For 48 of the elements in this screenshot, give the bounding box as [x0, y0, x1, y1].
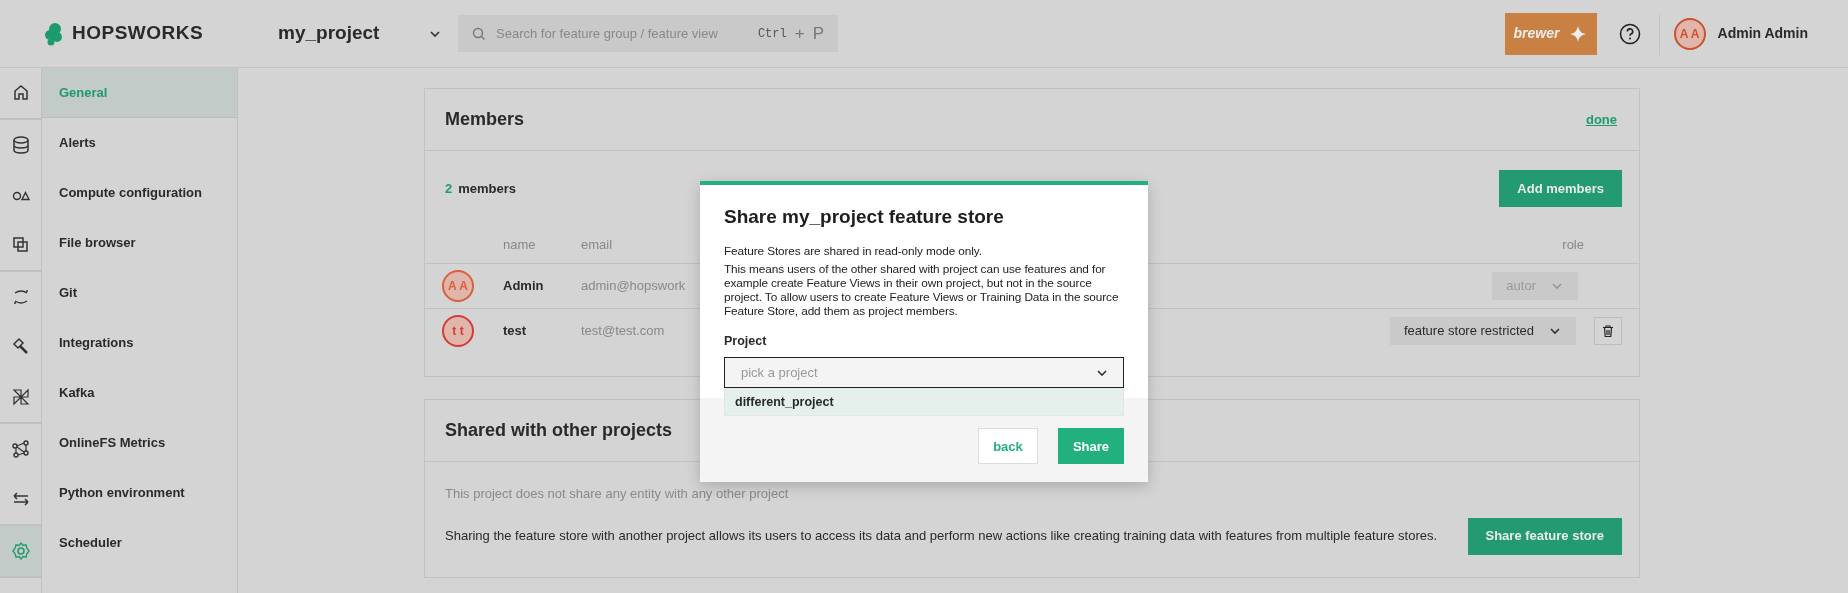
- project-select[interactable]: pick a project: [724, 357, 1124, 389]
- sidebar-item[interactable]: Alerts: [42, 118, 237, 168]
- member-name: test: [503, 322, 528, 341]
- sidebar-item[interactable]: File browser: [42, 218, 237, 268]
- dropdown-option[interactable]: different_project: [724, 388, 1124, 417]
- column-header: name: [503, 236, 537, 255]
- sidebar-item[interactable]: Scheduler: [42, 518, 237, 568]
- project-name[interactable]: my_project: [278, 19, 428, 48]
- sidebar-item[interactable]: Kafka: [42, 368, 237, 418]
- trash-icon: [1601, 324, 1615, 338]
- column-header: email: [581, 236, 613, 255]
- help-icon[interactable]: [1618, 22, 1641, 45]
- search-icon: [472, 26, 486, 41]
- dialog-text: Feature Stores are shared in read-only mode only.: [724, 243, 983, 258]
- column-header: role: [1562, 236, 1584, 255]
- search-bar[interactable]: Search for feature group / feature view Ctrl + P: [458, 15, 838, 52]
- sidebar-item[interactable]: OnlineFS Metrics: [42, 418, 237, 468]
- card-title: Members: [445, 108, 525, 131]
- shortcut-key: +: [794, 20, 805, 47]
- member-email: admin@hopswork: [581, 277, 686, 296]
- field-label: Project: [724, 332, 768, 350]
- card-title: Shared with other projects: [445, 419, 673, 442]
- database-icon[interactable]: [10, 135, 31, 155]
- delete-button[interactable]: [1594, 317, 1622, 345]
- shortcut-key: Ctrl: [757, 24, 787, 43]
- role-dropdown[interactable]: feature store restricted: [1389, 317, 1576, 345]
- empty-message: This project does not share any entity with any other project: [445, 485, 790, 503]
- dialog-text: This means users of the other shared with project can use features and for example create Feature Views in their own project, but not in the source project. To allow users to create Feature Views or Training Data in the source Feature Store, add them as project members.: [724, 261, 1120, 318]
- copy-icon[interactable]: [10, 235, 31, 255]
- shortcut-key: P: [812, 20, 824, 47]
- search-field[interactable]: Search for feature group / feature view: [494, 22, 750, 45]
- user-name[interactable]: Admin Admin: [1717, 23, 1808, 44]
- description-text: Sharing the feature store with another project allows its users to access its data and perform new actions like creating training data with features from multiple feature stores.: [445, 527, 1438, 546]
- logo-text: HOPSWORKS: [72, 21, 204, 46]
- pinwheel-icon[interactable]: [10, 387, 31, 407]
- sidebar-item[interactable]: Integrations: [42, 318, 237, 368]
- logo-icon: [42, 21, 64, 46]
- dialog-title: Share my_project feature store: [724, 205, 1005, 229]
- user-avatar: A A: [442, 270, 474, 302]
- sidebar-item[interactable]: Compute configuration: [42, 168, 237, 218]
- sidebar-item[interactable]: Git: [42, 268, 237, 318]
- member-name: Admin: [503, 277, 545, 296]
- user-avatar: t t: [442, 315, 474, 347]
- select-input[interactable]: pick a project: [739, 362, 1095, 384]
- graph-icon[interactable]: [10, 439, 31, 459]
- member-count: 2 members: [445, 179, 517, 198]
- sidebar-item[interactable]: Python environment: [42, 468, 237, 518]
- member-email: test@test.com: [581, 322, 665, 341]
